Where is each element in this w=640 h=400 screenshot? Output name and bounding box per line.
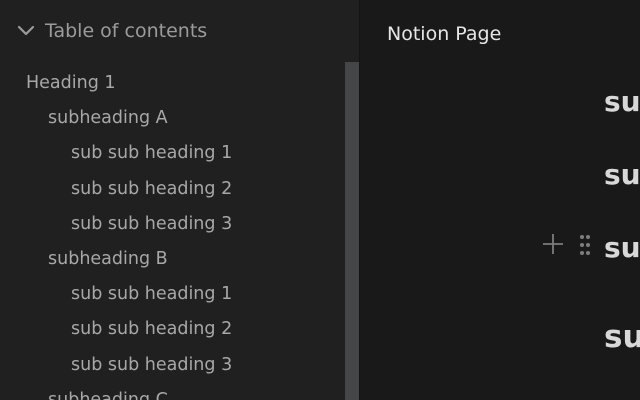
page-heading-block[interactable]: sub [604,230,640,266]
page-title: Notion Page [387,23,502,45]
page-heading-block[interactable]: sub [604,157,640,193]
toc-scrollbar-thumb[interactable] [345,62,359,400]
toc-title: Table of contents [45,20,208,42]
toc-toggle[interactable]: Table of contents [0,0,359,62]
toc-item-a-sub-sub-heading-2[interactable]: sub sub heading 2 [0,172,344,207]
toc-panel: Table of contents Heading 1 subheading A… [0,0,359,400]
toc-list: Heading 1 subheading A sub sub heading 1… [0,66,344,400]
chevron-down-icon [17,25,35,36]
toc-item-a-sub-sub-heading-3[interactable]: sub sub heading 3 [0,207,344,242]
page-area: Notion Page sub sub sub sub [360,0,640,400]
toc-item-a-sub-sub-heading-1[interactable]: sub sub heading 1 [0,136,344,171]
toc-item-subheading-b[interactable]: subheading B [0,242,344,277]
drag-handle-icon[interactable] [578,234,592,256]
toc-item-b-sub-sub-heading-2[interactable]: sub sub heading 2 [0,312,344,347]
page-heading-block[interactable]: sub [604,84,640,120]
toc-item-b-sub-sub-heading-1[interactable]: sub sub heading 1 [0,277,344,312]
toc-item-subheading-c[interactable]: subheading C [0,383,344,400]
toc-item-heading-1[interactable]: Heading 1 [0,66,344,101]
toc-item-b-sub-sub-heading-3[interactable]: sub sub heading 3 [0,348,344,383]
page-heading-block[interactable]: sub [604,317,640,357]
toc-item-subheading-a[interactable]: subheading A [0,101,344,136]
plus-icon[interactable] [542,233,564,255]
